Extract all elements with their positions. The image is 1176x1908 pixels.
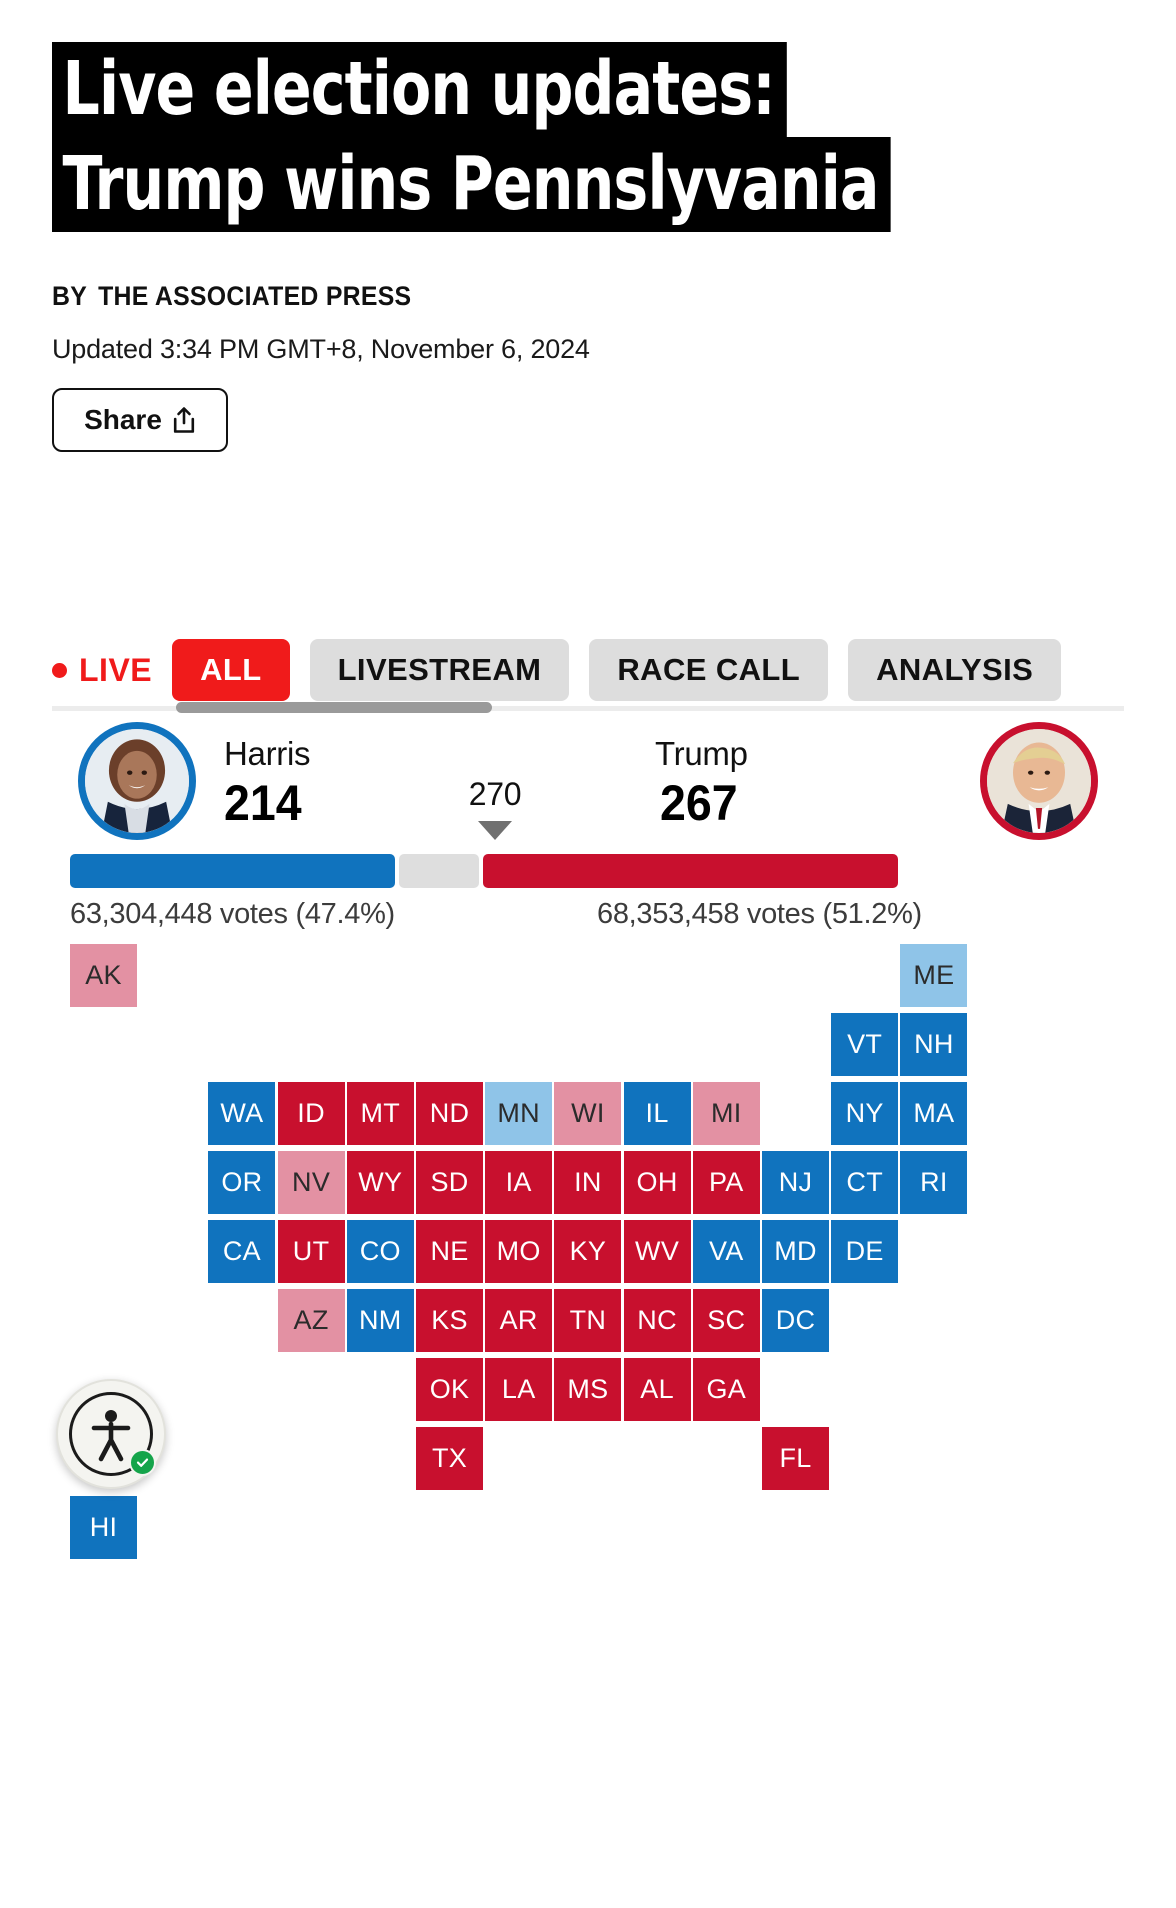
state-tile-wy[interactable]: WY — [346, 1151, 414, 1214]
check-badge-icon — [129, 1449, 156, 1476]
state-tile-ut[interactable]: UT — [277, 1220, 345, 1283]
share-button-label: Share — [84, 404, 162, 435]
state-tile-me[interactable]: ME — [900, 944, 968, 1007]
state-tile-ak[interactable]: AK — [70, 944, 137, 1007]
state-tile-vt[interactable]: VT — [831, 1013, 899, 1076]
live-badge: LIVE — [52, 652, 152, 689]
state-tile-co[interactable]: CO — [346, 1220, 414, 1283]
harris-popular-votes: 63,304,448 votes (47.4%) — [70, 898, 395, 930]
state-tile-wa[interactable]: WA — [208, 1082, 276, 1145]
state-tile-nm[interactable]: NM — [346, 1289, 414, 1352]
state-tile-wv[interactable]: WV — [623, 1220, 691, 1283]
state-tile-ia[interactable]: IA — [485, 1151, 553, 1214]
trump-name: Trump — [655, 735, 748, 772]
state-tile-nv[interactable]: NV — [277, 1151, 345, 1214]
article-page: Live election updates: Trump wins Pennsl… — [0, 0, 1176, 1908]
state-tile-ms[interactable]: MS — [554, 1358, 622, 1421]
state-tile-or[interactable]: OR — [208, 1151, 276, 1214]
state-tile-id[interactable]: ID — [277, 1082, 345, 1145]
share-button[interactable]: Share — [52, 388, 228, 452]
state-tile-nh[interactable]: NH — [900, 1013, 968, 1076]
trump-bar-segment — [483, 854, 898, 888]
race-nav-item-governor[interactable]: GOVERNOR — [754, 596, 916, 601]
filter-tabs: LIVE ALL LIVESTREAM RACE CALL ANALYSIS — [0, 628, 1176, 712]
harris-electoral-votes: 214 — [224, 775, 302, 831]
state-tile-nj[interactable]: NJ — [762, 1151, 829, 1214]
tab-all[interactable]: ALL — [172, 639, 290, 701]
trump-avatar — [980, 722, 1098, 840]
state-tile-hi[interactable]: HI — [70, 1496, 137, 1559]
state-tile-dc[interactable]: DC — [762, 1289, 829, 1352]
state-tile-az[interactable]: AZ — [277, 1289, 345, 1352]
live-dot-icon — [52, 662, 67, 678]
trump-electoral-votes: 267 — [660, 775, 738, 831]
undecided-bar-segment — [399, 854, 479, 888]
race-nav: PRESIDENT SENATE HOUSE GOVERNOR — [0, 596, 1176, 632]
race-nav-item-senate[interactable]: SENATE — [405, 596, 516, 601]
state-tile-va[interactable]: VA — [692, 1220, 760, 1283]
state-tile-mn[interactable]: MN — [485, 1082, 553, 1145]
state-tile-tx[interactable]: TX — [416, 1427, 483, 1490]
byline-author: THE ASSOCIATED PRESS — [98, 281, 412, 311]
state-tile-mo[interactable]: MO — [485, 1220, 553, 1283]
threshold-marker: 270 — [455, 776, 535, 840]
state-tile-sc[interactable]: SC — [692, 1289, 760, 1352]
presidential-results: Harris 214 270 Trump 267 63,304,448 vote… — [0, 718, 1176, 944]
byline: BY THE ASSOCIATED PRESS — [52, 281, 411, 312]
candidate-row: Harris 214 270 Trump 267 — [0, 718, 1176, 848]
harris-bar-segment — [70, 854, 395, 888]
state-tile-al[interactable]: AL — [623, 1358, 691, 1421]
headline-line-1: Live election updates: — [52, 42, 788, 137]
accessibility-widget-button[interactable] — [56, 1379, 166, 1489]
tabs-scroll-thumb[interactable] — [176, 702, 492, 713]
tab-analysis[interactable]: ANALYSIS — [848, 639, 1062, 701]
state-tile-ky[interactable]: KY — [554, 1220, 622, 1283]
state-tile-mi[interactable]: MI — [692, 1082, 760, 1145]
trump-popular-votes: 68,353,458 votes (51.2%) — [597, 898, 922, 930]
state-tile-ok[interactable]: OK — [416, 1358, 483, 1421]
popular-vote-row: 63,304,448 votes (47.4%) 68,353,458 vote… — [0, 898, 1176, 944]
state-tile-ks[interactable]: KS — [416, 1289, 483, 1352]
state-tile-il[interactable]: IL — [623, 1082, 691, 1145]
state-tile-ga[interactable]: GA — [692, 1358, 760, 1421]
threshold-triangle-icon — [478, 821, 512, 840]
state-tile-tn[interactable]: TN — [554, 1289, 622, 1352]
state-tile-wi[interactable]: WI — [554, 1082, 622, 1145]
state-tile-la[interactable]: LA — [485, 1358, 553, 1421]
harris-name: Harris — [224, 735, 311, 772]
state-tile-ri[interactable]: RI — [900, 1151, 968, 1214]
state-tile-mt[interactable]: MT — [346, 1082, 414, 1145]
state-tile-de[interactable]: DE — [831, 1220, 899, 1283]
state-tile-nc[interactable]: NC — [623, 1289, 691, 1352]
state-tile-ca[interactable]: CA — [208, 1220, 276, 1283]
state-tile-ne[interactable]: NE — [416, 1220, 483, 1283]
state-tile-md[interactable]: MD — [762, 1220, 829, 1283]
tab-race-call[interactable]: RACE CALL — [589, 639, 829, 701]
threshold-value: 270 — [468, 776, 522, 812]
state-tile-in[interactable]: IN — [554, 1151, 622, 1214]
live-label: LIVE — [79, 651, 153, 688]
state-tile-ma[interactable]: MA — [900, 1082, 968, 1145]
electoral-progress-bar — [0, 854, 1176, 888]
state-tile-sd[interactable]: SD — [416, 1151, 483, 1214]
state-tile-oh[interactable]: OH — [623, 1151, 691, 1214]
harris-avatar — [78, 722, 196, 840]
state-tile-fl[interactable]: FL — [762, 1427, 829, 1490]
state-tile-ct[interactable]: CT — [831, 1151, 899, 1214]
state-tile-pa[interactable]: PA — [692, 1151, 760, 1214]
byline-by-label: BY — [52, 281, 88, 311]
share-upload-icon — [172, 406, 196, 434]
state-results-map: AK ME VT NH WA ID MT ND MN WI IL MI NY MA OR NV WY SD IA IN… — [0, 940, 1176, 1559]
race-nav-item-house[interactable]: HOUSE — [586, 596, 685, 601]
headline-line-2: Trump wins Pennslyvania — [52, 137, 891, 232]
tab-livestream[interactable]: LIVESTREAM — [309, 639, 570, 701]
state-tile-ny[interactable]: NY — [831, 1082, 899, 1145]
page-title: Live election updates: Trump wins Pennsl… — [52, 42, 1005, 232]
race-nav-item-president[interactable]: PRESIDENT — [176, 596, 335, 601]
state-tile-nd[interactable]: ND — [416, 1082, 483, 1145]
updated-timestamp: Updated 3:34 PM GMT+8, November 6, 2024 — [52, 334, 590, 364]
state-tile-ar[interactable]: AR — [485, 1289, 553, 1352]
